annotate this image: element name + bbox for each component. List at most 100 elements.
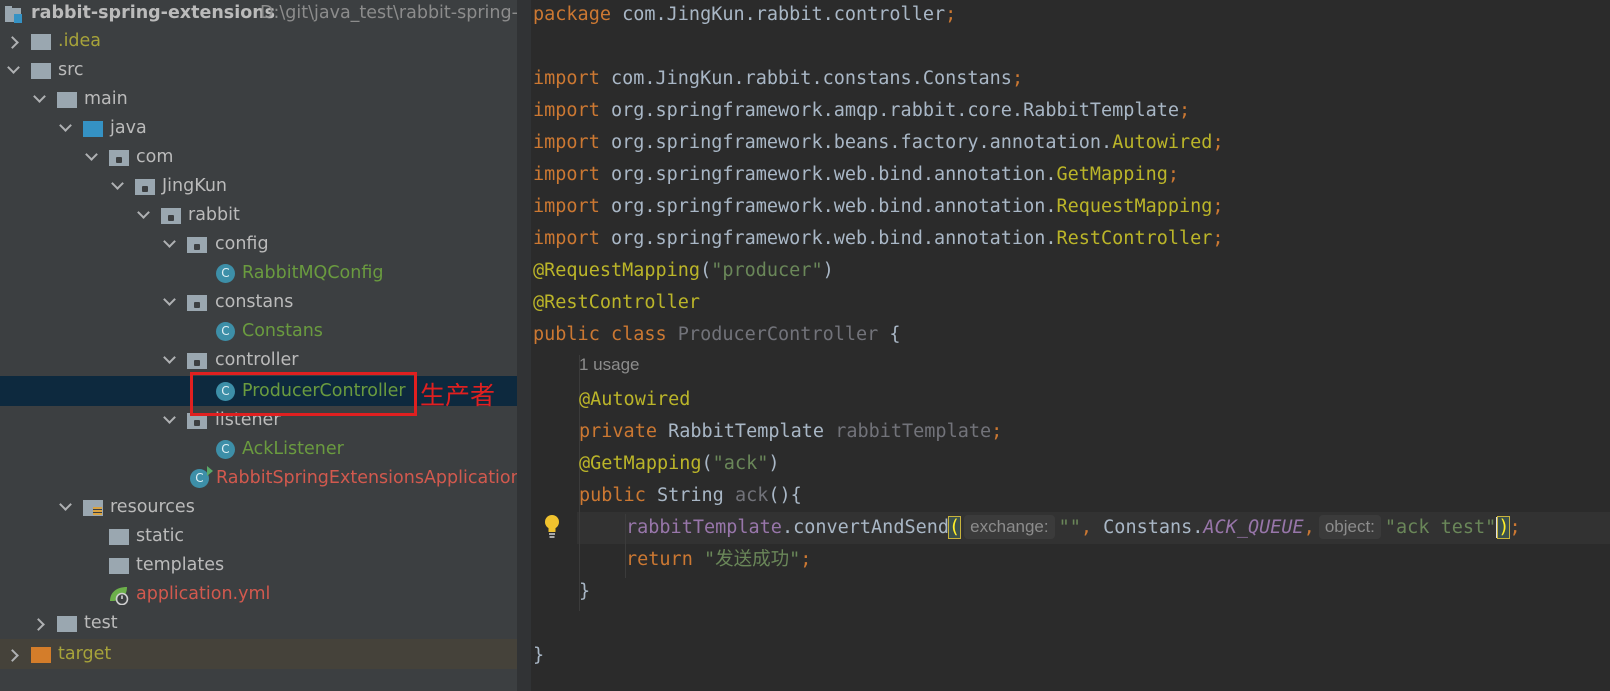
folder-icon <box>57 92 77 108</box>
tree-item-label: com <box>136 147 174 167</box>
package-icon <box>161 208 181 224</box>
highlight-box <box>190 372 417 416</box>
tree-item-constans-package[interactable]: constans <box>0 287 531 317</box>
param-hint-exchange: exchange: <box>964 515 1055 539</box>
folder-icon <box>31 63 51 79</box>
lightbulb-icon[interactable] <box>544 514 560 540</box>
chevron-down-icon[interactable] <box>136 200 152 230</box>
tree-item-com[interactable]: com <box>0 142 531 172</box>
package-icon <box>135 179 155 195</box>
code-line-import: import org.springframework.web.bind.anno… <box>533 196 1224 217</box>
code-line-import: import org.springframework.beans.factory… <box>533 132 1224 153</box>
code-line-import: import org.springframework.web.bind.anno… <box>533 164 1180 185</box>
tree-item-label: AckListener <box>242 439 344 459</box>
tree-item-label: constans <box>215 292 294 312</box>
tree-item-label: Constans <box>242 321 323 341</box>
chevron-right-icon[interactable] <box>33 608 49 638</box>
tree-item-constans-class[interactable]: C Constans <box>0 316 531 346</box>
chevron-down-icon[interactable] <box>58 492 74 522</box>
chevron-right-icon[interactable] <box>7 639 23 669</box>
param-hint-object: object: <box>1318 515 1381 539</box>
tree-root-name: rabbit-spring-extensions <box>31 3 276 23</box>
package-icon <box>109 150 129 166</box>
tree-item-java[interactable]: java <box>0 113 531 143</box>
chevron-down-icon[interactable] <box>32 84 48 114</box>
project-tree-panel: rabbit-spring-extensions D:\git\java_test… <box>0 0 531 691</box>
code-line-package: package com.JingKun.rabbit.controller; <box>533 4 957 25</box>
tree-item-rabbitmqconfig[interactable]: C RabbitMQConfig <box>0 258 531 288</box>
source-folder-icon <box>83 121 103 137</box>
chevron-down-icon[interactable] <box>162 229 178 259</box>
tree-item-label: JingKun <box>162 176 228 196</box>
tree-item-application-yml[interactable]: application.yml <box>0 579 531 609</box>
tree-item-label: main <box>84 89 128 109</box>
code-line-class-close: } <box>533 645 545 666</box>
code-line-import: import com.JingKun.rabbit.constans.Const… <box>533 68 1024 89</box>
chevron-down-icon[interactable] <box>58 113 74 143</box>
code-line-return: return "发送成功"; <box>626 549 812 570</box>
class-icon: C <box>216 322 235 341</box>
tree-item-main[interactable]: main <box>0 84 531 114</box>
tree-item-label: application.yml <box>136 584 271 604</box>
chevron-down-icon[interactable] <box>6 55 22 85</box>
tree-item-idea[interactable]: .idea <box>0 26 531 56</box>
tree-item-rabbit[interactable]: rabbit <box>0 200 531 230</box>
module-folder-icon <box>5 4 23 23</box>
code-line-request-mapping: @RequestMapping("producer") <box>533 260 834 281</box>
folder-icon <box>109 529 129 545</box>
tree-root-path: D:\git\java_test\rabbit-spring-e <box>260 3 529 23</box>
tree-item-controller[interactable]: controller <box>0 345 531 375</box>
tree-item-label: controller <box>215 350 299 370</box>
code-line-field: private RabbitTemplate rabbitTemplate; <box>579 421 1003 442</box>
class-icon: C <box>216 440 235 459</box>
tree-item-application-class[interactable]: C RabbitSpringExtensionsApplication <box>0 463 531 493</box>
folder-icon <box>57 616 77 632</box>
tree-item-jingkun[interactable]: JingKun <box>0 171 531 201</box>
spring-boot-class-icon: C <box>190 466 213 488</box>
tree-item-src[interactable]: src <box>0 55 531 85</box>
tree-item-config[interactable]: config <box>0 229 531 259</box>
code-line-autowired: @Autowired <box>579 389 691 410</box>
tree-item-label: static <box>136 526 185 546</box>
code-line-method-decl: public String ack(){ <box>579 485 802 506</box>
package-icon <box>187 353 207 369</box>
tree-item-label: rabbit <box>188 205 240 225</box>
tree-item-templates[interactable]: templates <box>0 550 531 580</box>
code-line-class-decl: public class ProducerController { <box>533 324 901 345</box>
tree-item-static[interactable]: static <box>0 521 531 551</box>
matched-bracket-close: ) <box>1497 516 1511 539</box>
class-icon: C <box>216 264 235 283</box>
tree-item-test[interactable]: test <box>0 608 531 638</box>
code-line-import: import org.springframework.amqp.rabbit.c… <box>533 100 1191 121</box>
matched-bracket-open: ( <box>948 516 962 539</box>
folder-icon <box>109 558 129 574</box>
tree-item-label: resources <box>110 497 195 517</box>
tree-item-label: RabbitMQConfig <box>242 263 384 283</box>
code-line-get-mapping: @GetMapping("ack") <box>579 453 780 474</box>
annotation-label: 生产者 <box>420 381 496 410</box>
tree-root-row[interactable]: rabbit-spring-extensions D:\git\java_test… <box>0 0 531 28</box>
tree-item-label: .idea <box>58 31 102 51</box>
tree-item-target[interactable]: target <box>0 639 531 669</box>
usage-hint[interactable]: 1 usage <box>579 355 640 375</box>
chevron-down-icon[interactable] <box>110 171 126 201</box>
folder-icon <box>31 34 51 50</box>
tree-item-label: java <box>110 118 147 138</box>
resources-folder-icon <box>83 500 103 516</box>
tree-item-label: RabbitSpringExtensionsApplication <box>216 468 522 488</box>
panel-divider[interactable] <box>517 0 531 691</box>
tree-item-resources[interactable]: resources <box>0 492 531 522</box>
chevron-down-icon[interactable] <box>162 345 178 375</box>
code-editor[interactable]: package com.JingKun.rabbit.controller; i… <box>531 0 1610 691</box>
package-icon <box>187 295 207 311</box>
code-line-import: import org.springframework.web.bind.anno… <box>533 228 1224 249</box>
code-line-rest-controller: @RestController <box>533 292 701 313</box>
chevron-down-icon[interactable] <box>162 405 178 435</box>
tree-item-acklistener[interactable]: C AckListener <box>0 434 531 464</box>
chevron-right-icon[interactable] <box>7 26 23 56</box>
chevron-down-icon[interactable] <box>162 287 178 317</box>
tree-item-label: templates <box>136 555 225 575</box>
chevron-down-icon[interactable] <box>84 142 100 172</box>
package-icon <box>187 237 207 253</box>
tree-item-label: target <box>58 644 112 664</box>
